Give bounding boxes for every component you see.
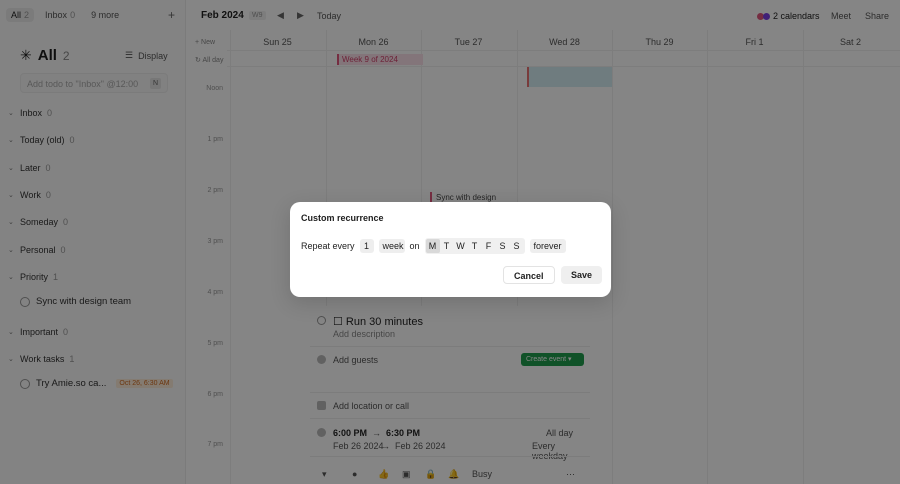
divider <box>310 346 590 347</box>
weekday-toggle[interactable]: F <box>482 239 496 253</box>
chevron-down-icon[interactable]: ▾ <box>322 469 327 480</box>
divider <box>310 418 590 419</box>
weekday-toggle[interactable]: S <box>510 239 524 253</box>
unit-select[interactable]: week <box>378 239 405 253</box>
image-icon[interactable]: ▣ <box>402 469 411 480</box>
custom-recurrence-dialog: Custom recurrence Repeat every 1 week on… <box>290 202 611 297</box>
start-date[interactable]: Feb 26 2024 <box>333 441 384 451</box>
description-field[interactable]: Add description <box>333 329 395 339</box>
divider <box>310 392 590 393</box>
guests-icon <box>317 355 326 364</box>
interval-input[interactable]: 1 <box>359 239 374 253</box>
color-dot-icon[interactable]: ● <box>352 469 357 479</box>
weekday-picker: M T W T F S S <box>424 238 525 254</box>
thumbs-up-icon[interactable]: 👍 <box>378 469 389 480</box>
end-time[interactable]: 6:30 PM <box>386 428 420 438</box>
lock-icon[interactable]: 🔒 <box>425 469 436 480</box>
arrow-right-icon: → <box>372 428 381 438</box>
weekday-toggle[interactable]: T <box>468 239 482 253</box>
on-label: on <box>409 241 420 251</box>
bell-icon[interactable]: 🔔 <box>448 469 459 480</box>
end-date[interactable]: Feb 26 2024 <box>395 441 446 451</box>
repeat-every-label: Repeat every <box>301 241 355 251</box>
end-select[interactable]: forever <box>529 239 566 253</box>
guests-field[interactable]: Add guests <box>333 355 378 365</box>
arrow-right-icon: → <box>381 441 390 451</box>
video-icon <box>317 401 326 410</box>
busy-button[interactable]: Busy <box>472 469 492 479</box>
weekday-toggle[interactable]: W <box>454 239 468 253</box>
clock-icon <box>317 428 326 437</box>
start-time[interactable]: 6:00 PM <box>333 428 367 438</box>
more-icon[interactable]: ⋯ <box>566 469 575 480</box>
dialog-title: Custom recurrence <box>301 213 384 223</box>
repeat-field[interactable]: Every weekday <box>532 441 590 461</box>
event-panel: ☐ Run 30 minutes Add description Add gue… <box>310 306 590 484</box>
checkbox-circle-icon[interactable] <box>317 316 326 325</box>
save-button[interactable]: Save <box>561 266 603 284</box>
event-title[interactable]: ☐ Run 30 minutes <box>333 315 423 328</box>
weekday-toggle[interactable]: S <box>496 239 510 253</box>
weekday-toggle[interactable]: M <box>425 239 440 253</box>
divider <box>310 456 590 457</box>
create-event-button[interactable]: Create event ▾ <box>521 353 584 366</box>
weekday-toggle[interactable]: T <box>440 239 454 253</box>
all-day-toggle[interactable]: All day <box>546 428 573 438</box>
repeat-row: Repeat every 1 week on M T W T F S S for… <box>301 238 566 254</box>
cancel-button[interactable]: Cancel <box>503 266 555 284</box>
location-field[interactable]: Add location or call <box>333 401 409 411</box>
